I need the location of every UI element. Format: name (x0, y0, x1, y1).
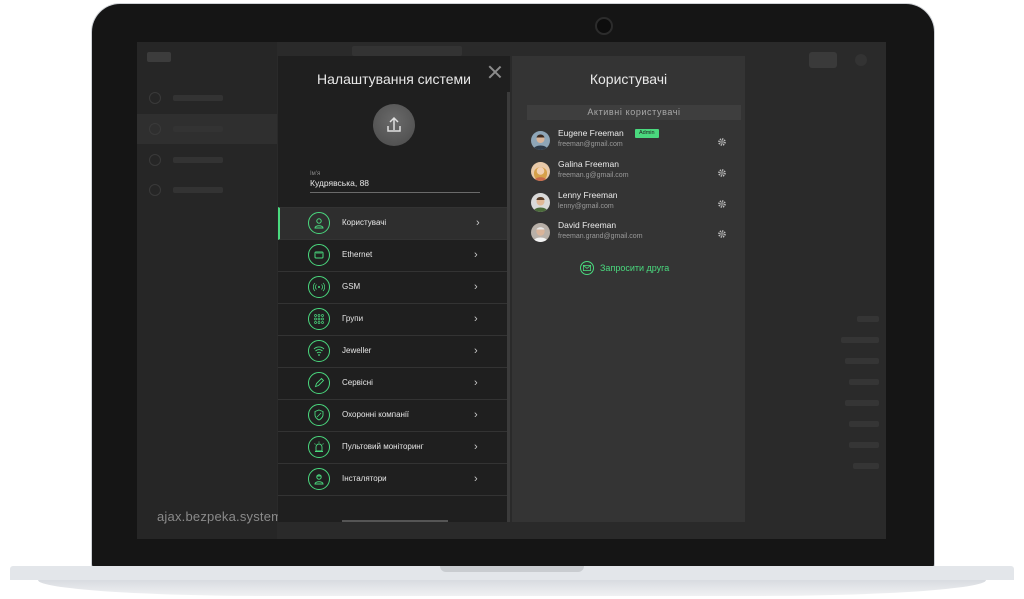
user-name: Lenny Freeman (558, 190, 618, 200)
menu-item-jeweller[interactable]: Jeweller › (278, 336, 507, 368)
siren-icon (308, 436, 330, 458)
watermark-text: ajax.bezpeka.systems (157, 509, 289, 524)
user-name: David Freeman (558, 220, 617, 230)
name-field[interactable] (310, 178, 480, 193)
menu-item-installers[interactable]: Інсталятори › (278, 464, 507, 496)
user-email: freeman@gmail.com (558, 141, 623, 148)
gear-icon[interactable] (717, 196, 727, 208)
wifi-icon (308, 340, 330, 362)
invite-friend-label: Запросити друга (600, 263, 670, 273)
background-sidebar-item (149, 154, 249, 166)
gear-icon[interactable] (717, 226, 727, 238)
settings-menu: Користувачі › Ethernet › GSM › Групи › J… (278, 207, 507, 496)
user-email: freeman.g@gmail.com (558, 172, 629, 179)
chevron-right-icon: › (474, 249, 478, 261)
menu-item-security-companies[interactable]: Охоронні компанії › (278, 400, 507, 432)
background-header-control (855, 54, 867, 66)
pencil-icon (308, 372, 330, 394)
menu-item-gsm[interactable]: GSM › (278, 272, 507, 304)
menu-item-label: GSM (342, 282, 361, 291)
background-header (352, 46, 462, 56)
chevron-right-icon: › (474, 473, 478, 485)
menu-item-label: Групи (342, 314, 364, 323)
menu-item-label: Сервісні (342, 378, 373, 387)
menu-item-monitoring[interactable]: Пультовий моніторинг › (278, 432, 507, 464)
settings-title: Налаштування системи (317, 71, 471, 87)
settings-panel: Налаштування системи Ім'я Користувачі › (278, 56, 510, 522)
upload-avatar-button[interactable] (373, 104, 415, 146)
user-row[interactable]: Eugene Freeman Admin freeman@gmail.com (531, 128, 731, 154)
user-email: freeman.grand@gmail.com (558, 233, 643, 240)
user-row[interactable]: Lenny Freeman lenny@gmail.com (531, 190, 731, 216)
avatar (531, 193, 550, 212)
user-row[interactable]: Galina Freeman freeman.g@gmail.com (531, 159, 731, 185)
menu-item-label: Охоронні компанії (342, 410, 409, 419)
shield-icon (308, 404, 330, 426)
menu-item-label: Інсталятори (342, 474, 387, 483)
user-name: Eugene Freeman (558, 128, 624, 138)
menu-item-users[interactable]: Користувачі › (278, 207, 507, 240)
chevron-right-icon: › (474, 313, 478, 325)
chevron-right-icon: › (474, 377, 478, 389)
menu-item-label: Jeweller (342, 346, 372, 355)
grid-icon (308, 308, 330, 330)
chevron-right-icon: › (474, 345, 478, 357)
user-icon (308, 212, 330, 234)
laptop-notch (440, 566, 584, 572)
menu-item-label: Ethernet (342, 250, 373, 259)
background-sidebar-item (149, 184, 249, 196)
background-sidebar-item (137, 114, 277, 144)
upload-icon (387, 116, 401, 132)
users-panel: Користувачі Активні користувачі Eugene F… (512, 56, 745, 522)
gear-icon[interactable] (717, 165, 727, 177)
vertical-scrollbar[interactable] (507, 92, 510, 522)
camera-icon (595, 17, 613, 35)
menu-item-label: Пультовий моніторинг (342, 442, 424, 451)
chevron-right-icon: › (474, 441, 478, 453)
horizontal-scrollbar[interactable] (342, 520, 448, 522)
avatar (531, 131, 550, 150)
antenna-icon (308, 276, 330, 298)
mail-icon (580, 261, 594, 275)
avatar (531, 223, 550, 242)
gear-icon[interactable] (717, 134, 727, 146)
menu-item-groups[interactable]: Групи › (278, 304, 507, 336)
installer-icon (308, 468, 330, 490)
background-sidebar (137, 42, 277, 539)
background-sidebar-item (149, 92, 249, 104)
chevron-right-icon: › (476, 217, 480, 229)
admin-badge: Admin (635, 129, 659, 138)
chevron-right-icon: › (474, 409, 478, 421)
users-title: Користувачі (589, 71, 668, 87)
background-header-control (809, 52, 837, 68)
user-name: Galina Freeman (558, 159, 619, 169)
avatar (531, 162, 550, 181)
chevron-right-icon: › (474, 281, 478, 293)
laptop-base-bottom (38, 580, 986, 596)
close-icon[interactable] (488, 65, 502, 79)
ethernet-icon (308, 244, 330, 266)
name-field-label: Ім'я (310, 171, 321, 177)
menu-item-service[interactable]: Сервісні › (278, 368, 507, 400)
menu-item-ethernet[interactable]: Ethernet › (278, 240, 507, 272)
background-list (749, 316, 879, 484)
menu-item-label: Користувачі (342, 218, 387, 227)
app-screen: ajax.bezpeka.systems Налаштування систем… (137, 42, 886, 539)
user-row[interactable]: David Freeman freeman.grand@gmail.com (531, 220, 731, 246)
active-users-section-label: Активні користувачі (527, 105, 741, 120)
user-email: lenny@gmail.com (558, 203, 614, 210)
background-logo (147, 52, 171, 62)
